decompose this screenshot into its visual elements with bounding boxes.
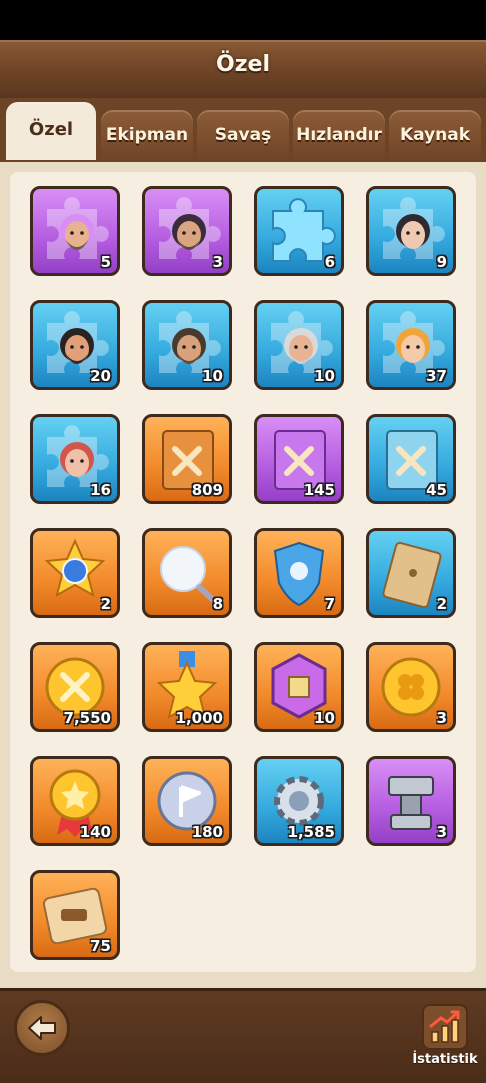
item-slot[interactable]: 180 (142, 756, 232, 846)
item-count: 9 (436, 253, 447, 271)
item-count: 6 (324, 253, 335, 271)
item-slot[interactable]: 1,585 (254, 756, 344, 846)
item-slot[interactable]: 2 (366, 528, 456, 618)
item-count: 10 (314, 709, 335, 727)
item-count: 10 (314, 367, 335, 385)
item-count: 3 (212, 253, 223, 271)
back-button[interactable] (14, 1000, 70, 1056)
item-count: 45 (426, 481, 447, 499)
item-slot[interactable]: 809 (142, 414, 232, 504)
item-count: 1,585 (287, 823, 335, 841)
page-title: Özel (216, 52, 270, 77)
item-slot[interactable]: 20 (30, 300, 120, 390)
item-slot[interactable]: 3 (366, 642, 456, 732)
page-header: Özel (0, 40, 486, 101)
item-count: 809 (191, 481, 223, 499)
item-slot[interactable]: 7 (254, 528, 344, 618)
item-slot[interactable]: 9 (366, 186, 456, 276)
bar-chart-up-icon (429, 1010, 460, 1043)
item-slot[interactable]: 140 (30, 756, 120, 846)
item-count: 75 (90, 937, 111, 955)
item-slot[interactable]: 6 (254, 186, 344, 276)
item-count: 3 (436, 823, 447, 841)
status-bar (0, 0, 486, 40)
item-count: 1,000 (175, 709, 223, 727)
item-count: 145 (303, 481, 335, 499)
item-slot[interactable]: 45 (366, 414, 456, 504)
item-slot[interactable]: 3 (366, 756, 456, 846)
item-count: 7 (324, 595, 335, 613)
statistics-button[interactable] (422, 1004, 468, 1050)
item-count: 7,550 (63, 709, 111, 727)
item-slot[interactable]: 2 (30, 528, 120, 618)
item-slot[interactable]: 75 (30, 870, 120, 960)
item-count: 37 (426, 367, 447, 385)
bottom-bar (0, 988, 486, 1083)
item-count: 2 (100, 595, 111, 613)
item-slot[interactable]: 7,550 (30, 642, 120, 732)
item-slot[interactable]: 10 (142, 300, 232, 390)
item-slot[interactable]: 37 (366, 300, 456, 390)
item-count: 8 (212, 595, 223, 613)
item-slot[interactable]: 1,000 (142, 642, 232, 732)
statistics-label: İstatistik (412, 1052, 478, 1067)
item-slot[interactable]: 5 (30, 186, 120, 276)
item-count: 140 (79, 823, 111, 841)
item-count: 5 (100, 253, 111, 271)
tab-kaynak[interactable]: Kaynak (389, 110, 481, 160)
item-slot[interactable]: 3 (142, 186, 232, 276)
item-count: 10 (202, 367, 223, 385)
item-count: 2 (436, 595, 447, 613)
back-arrow-icon (28, 1016, 56, 1040)
item-count: 180 (191, 823, 223, 841)
item-count: 16 (90, 481, 111, 499)
item-count: 20 (90, 367, 111, 385)
tab-hizlandir[interactable]: Hızlandır (293, 110, 385, 160)
tab-bar: Özel Ekipman Savaş Hızlandır Kaynak (0, 98, 486, 162)
item-count: 3 (436, 709, 447, 727)
item-slot[interactable]: 16 (30, 414, 120, 504)
item-slot[interactable]: 8 (142, 528, 232, 618)
tab-savas[interactable]: Savaş (197, 110, 289, 160)
tab-ekipman[interactable]: Ekipman (101, 110, 193, 160)
item-slot[interactable]: 10 (254, 300, 344, 390)
tab-ozel[interactable]: Özel (6, 102, 96, 160)
item-slot[interactable]: 145 (254, 414, 344, 504)
item-slot[interactable]: 10 (254, 642, 344, 732)
